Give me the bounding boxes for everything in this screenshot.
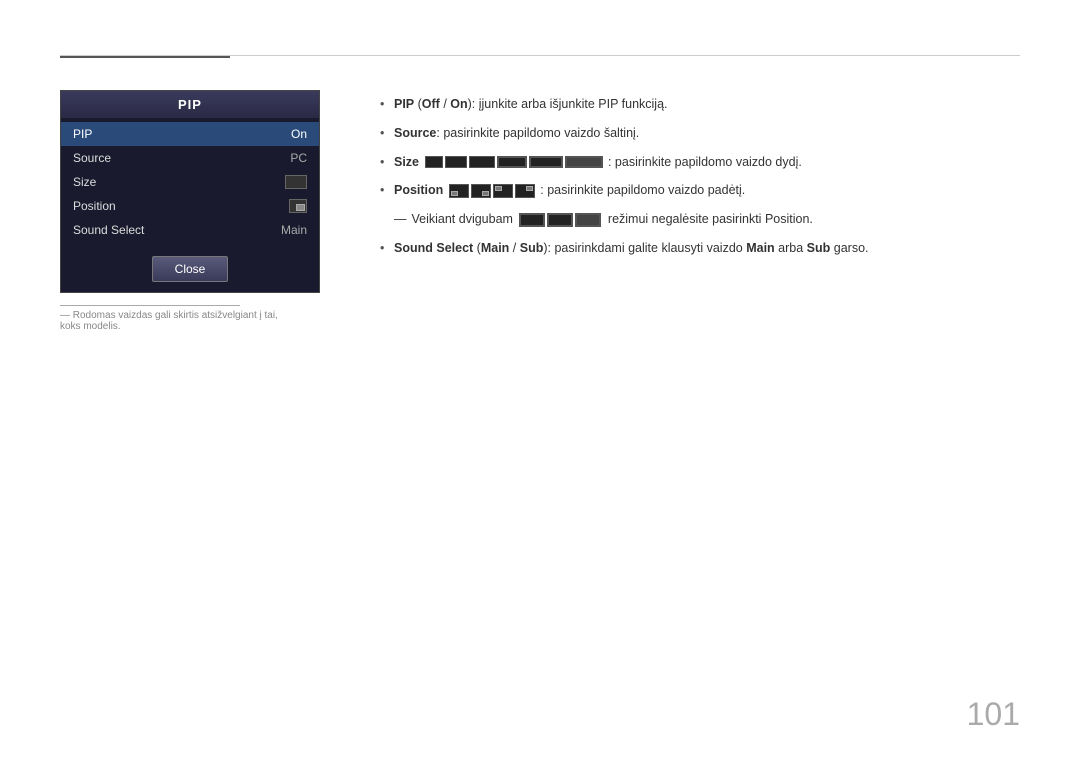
sound-sub-bold2: Sub — [807, 241, 831, 255]
size-icon-3 — [469, 156, 495, 168]
desc-size: Size : pasirinkite papildomo vaizdo dydį… — [380, 153, 1020, 172]
pos-icon-4 — [515, 184, 535, 198]
sound-main-bold: Main — [481, 241, 509, 255]
right-panel: PIP (Off / On): įjunkite arba išjunkite … — [380, 90, 1020, 332]
desc-position: Position — [380, 181, 1020, 200]
pip-onoff-text: PIP (Off / On): įjunkite arba išjunkite … — [394, 97, 668, 111]
pip-bold: PIP — [394, 97, 414, 111]
pos-icons-group — [449, 184, 535, 198]
pip-row-size[interactable]: Size — [61, 170, 319, 194]
size-bold: Size — [394, 155, 419, 169]
position-text: Position — [394, 183, 745, 197]
em-dash: ― — [394, 210, 407, 229]
content-area: PIP PIP On Source PC Size — [60, 90, 1020, 332]
mode-icons-group — [519, 213, 601, 227]
pip-row-position[interactable]: Position — [61, 194, 319, 218]
pip-menu: PIP PIP On Source PC Size — [60, 90, 320, 293]
sound-select-text: Sound Select (Main / Sub): pasirinkdami … — [394, 241, 869, 255]
source-label: Source — [73, 151, 111, 165]
pip-on: On — [450, 97, 467, 111]
source-bold: Source — [394, 126, 436, 140]
mode-icon-1 — [519, 213, 545, 227]
footnote-text: ― Rodomas vaizdas gali skirtis atsižvelg… — [60, 310, 300, 332]
size-icon-5 — [529, 156, 563, 168]
page-number: 101 — [967, 696, 1020, 733]
description-list-2: Sound Select (Main / Sub): pasirinkdami … — [380, 239, 1020, 258]
pip-row-sound-select[interactable]: Sound Select Main — [61, 218, 319, 242]
sound-select-label: Sound Select — [73, 223, 144, 237]
pip-close-button[interactable]: Close — [152, 256, 229, 282]
pip-value: On — [291, 127, 307, 141]
mode-icon-2 — [547, 213, 573, 227]
footnote-line — [60, 305, 240, 306]
sound-select-value: Main — [281, 223, 307, 237]
source-value: PC — [290, 151, 307, 165]
pos-icon-3 — [493, 184, 513, 198]
pip-off: Off — [422, 97, 440, 111]
size-icons-group — [425, 156, 603, 168]
pip-label: PIP — [73, 127, 92, 141]
top-divider-line — [60, 55, 1020, 56]
page-container: PIP PIP On Source PC Size — [0, 0, 1080, 763]
position-orange: Position — [765, 212, 809, 226]
desc-pip-onoff: PIP (Off / On): įjunkite arba išjunkite … — [380, 95, 1020, 114]
size-icon-2 — [445, 156, 467, 168]
desc-source: Source: pasirinkite papildomo vaizdo šal… — [380, 124, 1020, 143]
sound-main-bold2: Main — [746, 241, 774, 255]
pip-row-source[interactable]: Source PC — [61, 146, 319, 170]
mode-icon-3 — [575, 213, 601, 227]
size-icon-4 — [497, 156, 527, 168]
position-subnote-text: Veikiant dvigubam režimui negalėsite pas… — [412, 210, 813, 229]
sound-select-bold: Sound Select — [394, 241, 473, 255]
size-icon — [285, 175, 307, 189]
position-bold: Position — [394, 183, 443, 197]
pip-row-pip[interactable]: PIP On — [61, 122, 319, 146]
position-icon — [289, 199, 307, 213]
source-text: Source: pasirinkite papildomo vaizdo šal… — [394, 126, 639, 140]
position-subnote: ― Veikiant dvigubam režimui negalėsite p… — [380, 210, 1020, 229]
sound-sub-bold: Sub — [520, 241, 544, 255]
desc-sound-select: Sound Select (Main / Sub): pasirinkdami … — [380, 239, 1020, 258]
size-icon-6 — [565, 156, 603, 168]
size-text: Size : pasirinkite papildomo vaizdo dydį… — [394, 155, 802, 169]
pip-menu-title: PIP — [61, 91, 319, 118]
pos-icon-1 — [449, 184, 469, 198]
pos-icon-2 — [471, 184, 491, 198]
position-label: Position — [73, 199, 116, 213]
pip-menu-items: PIP On Source PC Size Pos — [61, 118, 319, 246]
size-label: Size — [73, 175, 96, 189]
size-icon-1 — [425, 156, 443, 168]
left-panel: PIP PIP On Source PC Size — [60, 90, 340, 332]
pip-close-btn-area: Close — [61, 246, 319, 292]
description-list: PIP (Off / On): įjunkite arba išjunkite … — [380, 95, 1020, 200]
